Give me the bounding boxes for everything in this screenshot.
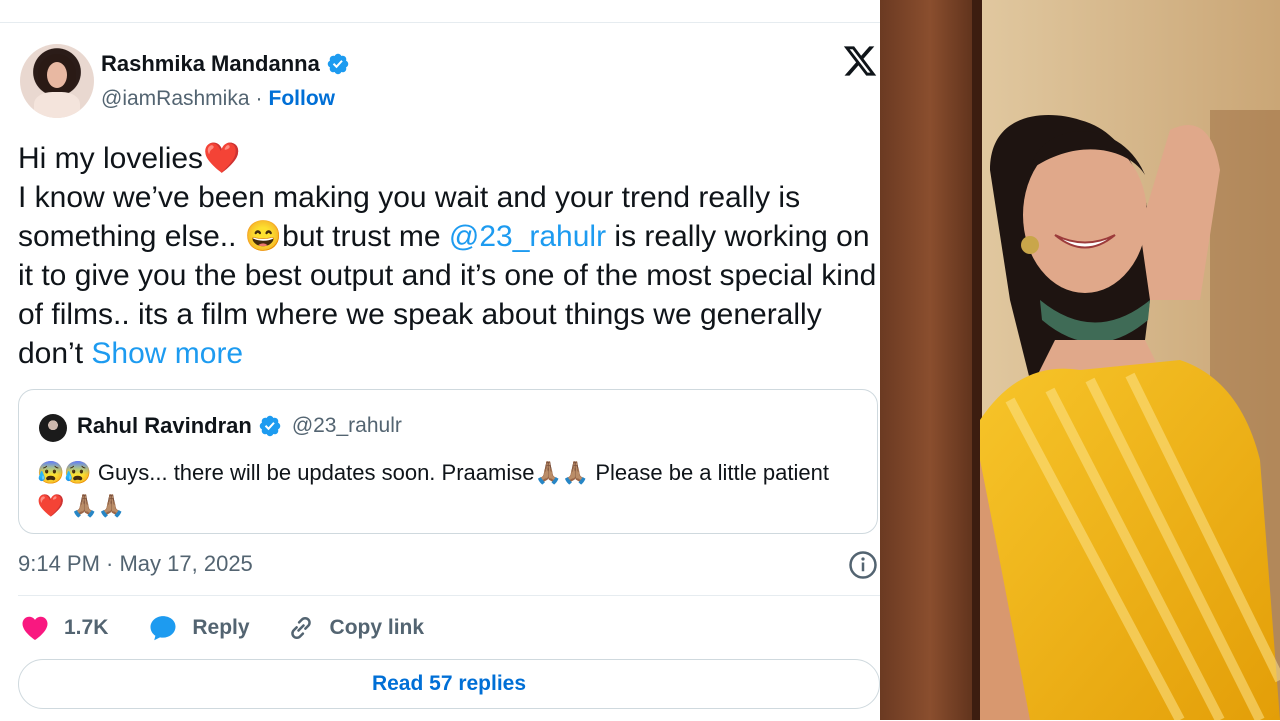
x-logo-icon[interactable] <box>842 43 878 79</box>
follow-button[interactable]: Follow <box>269 87 336 111</box>
read-replies-button[interactable]: Read 57 replies <box>18 659 880 709</box>
like-count: 1.7K <box>64 616 109 639</box>
author-handle-row: @iamRashmika · Follow <box>101 87 335 111</box>
link-icon <box>290 616 311 640</box>
reply-button[interactable]: Reply <box>148 613 250 643</box>
timestamp[interactable]: 9:14 PM · May 17, 2025 <box>18 551 253 577</box>
quoted-author-row: Rahul Ravindran @23_rahulr <box>77 413 402 439</box>
info-icon[interactable] <box>848 550 878 580</box>
avatar-face <box>47 62 67 88</box>
divider <box>18 595 880 596</box>
avatar[interactable] <box>20 44 94 118</box>
author-handle[interactable]: @iamRashmika <box>101 87 250 111</box>
quoted-display-name: Rahul Ravindran <box>77 413 252 438</box>
author-name-row: Rashmika Mandanna <box>101 51 350 77</box>
quoted-tweet[interactable]: Rahul Ravindran @23_rahulr 😰😰 Guys... th… <box>18 389 878 534</box>
show-more-link[interactable]: Show more <box>91 337 243 370</box>
quoted-avatar <box>39 414 67 442</box>
avatar-body <box>34 92 80 118</box>
portrait-photo <box>880 0 1280 720</box>
tweet-card: Rashmika Mandanna @iamRashmika · Follow … <box>0 22 880 721</box>
action-bar: 1.7K Reply Copy link <box>20 613 460 643</box>
quoted-handle: @23_rahulr <box>291 414 402 437</box>
like-button[interactable]: 1.7K <box>20 613 108 643</box>
author-display-name[interactable]: Rashmika Mandanna <box>101 51 320 77</box>
separator-dot: · <box>255 87 263 110</box>
verified-badge-icon <box>327 53 349 75</box>
reply-bubble-icon <box>150 616 176 641</box>
heart-icon <box>22 616 48 640</box>
tweet-text: Hi my lovelies❤️ I know we’ve been makin… <box>18 139 878 373</box>
copy-link-button[interactable]: Copy link <box>286 613 425 643</box>
portrait-illustration <box>880 0 1280 720</box>
quoted-text: 😰😰 Guys... there will be updates soon. P… <box>37 460 829 518</box>
verified-badge-icon <box>259 415 281 437</box>
copy-link-label: Copy link <box>329 616 425 639</box>
mention-link[interactable]: @23_rahulr <box>449 220 606 253</box>
reply-label: Reply <box>192 616 250 639</box>
